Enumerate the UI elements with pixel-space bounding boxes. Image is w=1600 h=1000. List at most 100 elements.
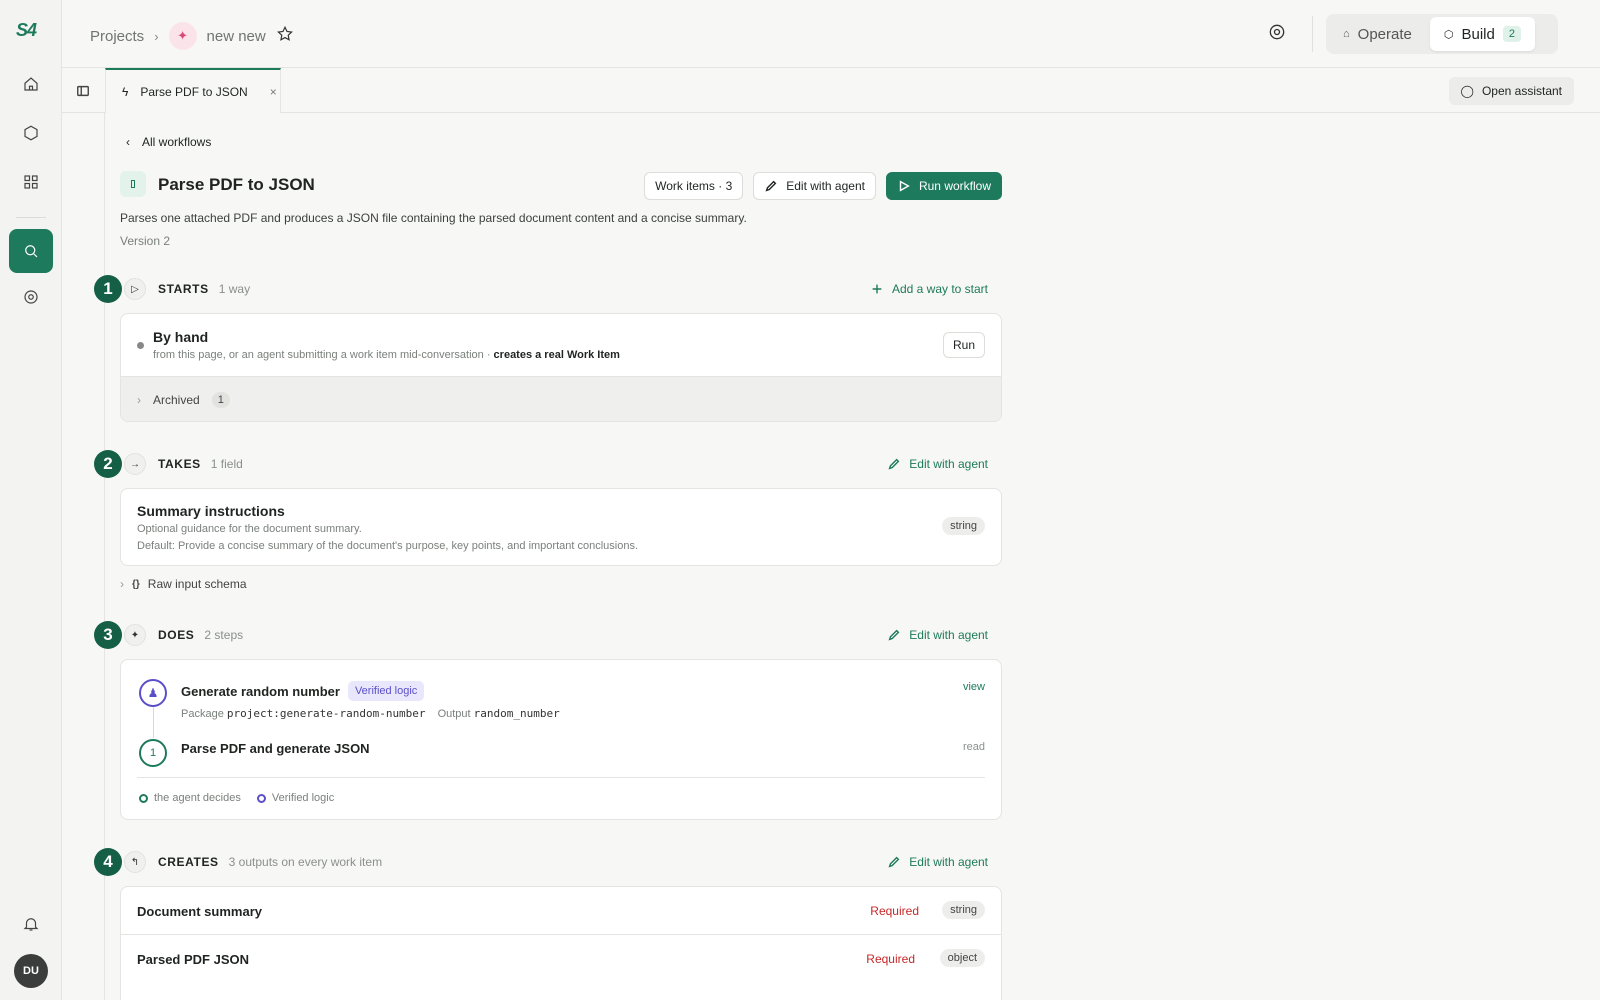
read-link[interactable]: read <box>963 741 985 753</box>
agent-legend-dot <box>139 793 148 803</box>
section-subtitle: 3 outputs on every work item <box>228 855 383 869</box>
back-label: All workflows <box>142 135 212 149</box>
breadcrumb-projects[interactable]: Projects <box>90 28 144 45</box>
chevron-right-icon: › <box>154 28 159 44</box>
braces-icon: {} <box>132 578 140 590</box>
archived-label: Archived <box>153 393 200 407</box>
gear-icon[interactable] <box>1267 22 1291 46</box>
section-title: STARTS <box>158 282 209 296</box>
hexagon-icon[interactable] <box>19 121 43 145</box>
starts-section-header: 1 ▷ STARTS 1 way Add a way to start <box>94 275 1004 303</box>
raw-schema-label: Raw input schema <box>147 577 247 591</box>
type-badge: string <box>942 517 985 535</box>
step-title: Parse PDF and generate JSON <box>181 741 370 756</box>
output-row: Document summary Required string <box>121 887 1001 935</box>
workflow-icon <box>120 171 146 197</box>
play-icon <box>899 180 910 192</box>
section-subtitle: 2 steps <box>204 628 244 642</box>
build-label: Build <box>1461 25 1495 43</box>
add-way-to-start-button[interactable]: Add a way to start <box>870 282 988 296</box>
edit-with-agent-button[interactable]: Edit with agent <box>887 855 988 869</box>
output-label: Output <box>437 708 471 720</box>
step-title: Generate random number <box>181 683 340 699</box>
bell-icon[interactable] <box>19 912 43 936</box>
output-name: Parsed PDF JSON <box>137 952 249 967</box>
edit-with-agent-label: Edit with agent <box>909 628 988 642</box>
takes-section-header: 2 → TAKES 1 field Edit with agent <box>94 450 1004 478</box>
rail-divider <box>16 217 46 218</box>
search-icon[interactable] <box>9 229 53 273</box>
work-items-button[interactable]: Work items · 3 <box>644 172 744 200</box>
bolt-icon: ϟ <box>122 84 129 99</box>
edit-with-agent-button[interactable]: Edit with agent <box>753 172 876 200</box>
required-label: Required <box>866 952 915 966</box>
archived-count: 1 <box>211 392 230 408</box>
does-card: ♟ Generate random number Verified logic … <box>120 659 1002 820</box>
star-icon[interactable] <box>276 25 294 47</box>
add-way-label: Add a way to start <box>891 282 988 296</box>
back-link[interactable]: ‹ All workflows <box>126 135 211 149</box>
arrow-right-icon: → <box>124 453 146 475</box>
settings-icon[interactable] <box>19 285 43 309</box>
section-subtitle: 1 way <box>218 282 251 296</box>
run-button[interactable]: Run <box>942 332 985 358</box>
tab-strip: ϟ Parse PDF to JSON × ◯ Open assistant <box>62 68 1600 113</box>
avatar[interactable]: DU <box>14 954 48 988</box>
workflow-version: Version 2 <box>120 234 171 248</box>
edit-with-agent-label: Edit with agent <box>909 457 988 471</box>
build-count-badge: 2 <box>1502 26 1521 42</box>
required-label: Required <box>870 904 919 918</box>
project-icon: ✦ <box>168 22 197 50</box>
field-title: Summary instructions <box>137 503 285 519</box>
start-description: from this page, or an agent submitting a… <box>153 349 494 361</box>
open-assistant-label: Open assistant <box>1481 84 1562 98</box>
pencil-icon <box>888 629 900 641</box>
section-title: CREATES <box>158 855 219 869</box>
app-logo[interactable]: S4 <box>16 20 37 41</box>
view-link[interactable]: view <box>963 681 985 693</box>
type-badge: string <box>942 901 985 919</box>
legend-verified: Verified logic <box>271 792 335 804</box>
dashboard-icon[interactable] <box>19 170 43 194</box>
close-icon[interactable]: × <box>270 85 277 99</box>
chevron-right-icon: › <box>120 577 124 591</box>
section-title: TAKES <box>158 457 201 471</box>
chat-icon: ◯ <box>1460 84 1474 98</box>
plus-icon <box>872 284 882 294</box>
section-number: 3 <box>94 621 122 649</box>
section-number: 1 <box>94 275 122 303</box>
edit-with-agent-button[interactable]: Edit with agent <box>887 628 988 642</box>
raw-input-schema-toggle[interactable]: › {} Raw input schema <box>120 577 247 591</box>
status-dot <box>137 342 144 349</box>
tab-parse-pdf[interactable]: ϟ Parse PDF to JSON × <box>105 68 281 113</box>
play-icon: ▷ <box>124 278 146 300</box>
step-number: 1 <box>139 739 167 767</box>
build-button[interactable]: ⬡ Build 2 <box>1429 17 1535 51</box>
pencil-icon <box>888 856 900 868</box>
open-assistant-button[interactable]: ◯ Open assistant <box>1448 77 1574 105</box>
home-icon[interactable] <box>19 72 43 96</box>
mode-switch: ⌂ Operate ⬡ Build 2 <box>1326 14 1558 54</box>
breadcrumb-project[interactable]: new new <box>207 28 266 45</box>
chevron-right-icon: › <box>137 393 141 407</box>
workflow-actions: Work items · 3 Edit with agent Run workf… <box>644 172 1002 200</box>
step-connector <box>153 706 154 738</box>
does-section-header: 3 ✦ DOES 2 steps Edit with agent <box>94 621 1004 649</box>
section-subtitle: 1 field <box>210 457 243 471</box>
run-workflow-button[interactable]: Run workflow <box>885 172 1002 200</box>
operate-button[interactable]: ⌂ Operate <box>1329 17 1426 51</box>
page-title: Parse PDF to JSON <box>158 175 315 194</box>
starts-card: By hand from this page, or an agent subm… <box>120 313 1002 422</box>
top-divider <box>1312 16 1313 52</box>
verified-legend-dot <box>256 793 266 803</box>
output-icon: ↰ <box>124 851 146 873</box>
archived-row[interactable]: › Archived 1 <box>121 376 1001 421</box>
build-icon: ⬡ <box>1443 28 1454 41</box>
edit-with-agent-button[interactable]: Edit with agent <box>887 457 988 471</box>
pencil-icon <box>888 458 900 470</box>
operate-label: Operate <box>1357 25 1412 43</box>
workflow-description: Parses one attached PDF and produces a J… <box>120 211 747 225</box>
sidebar-toggle-icon[interactable] <box>76 84 90 98</box>
edit-with-agent-label: Edit with agent <box>909 855 988 869</box>
section-number: 2 <box>94 450 122 478</box>
